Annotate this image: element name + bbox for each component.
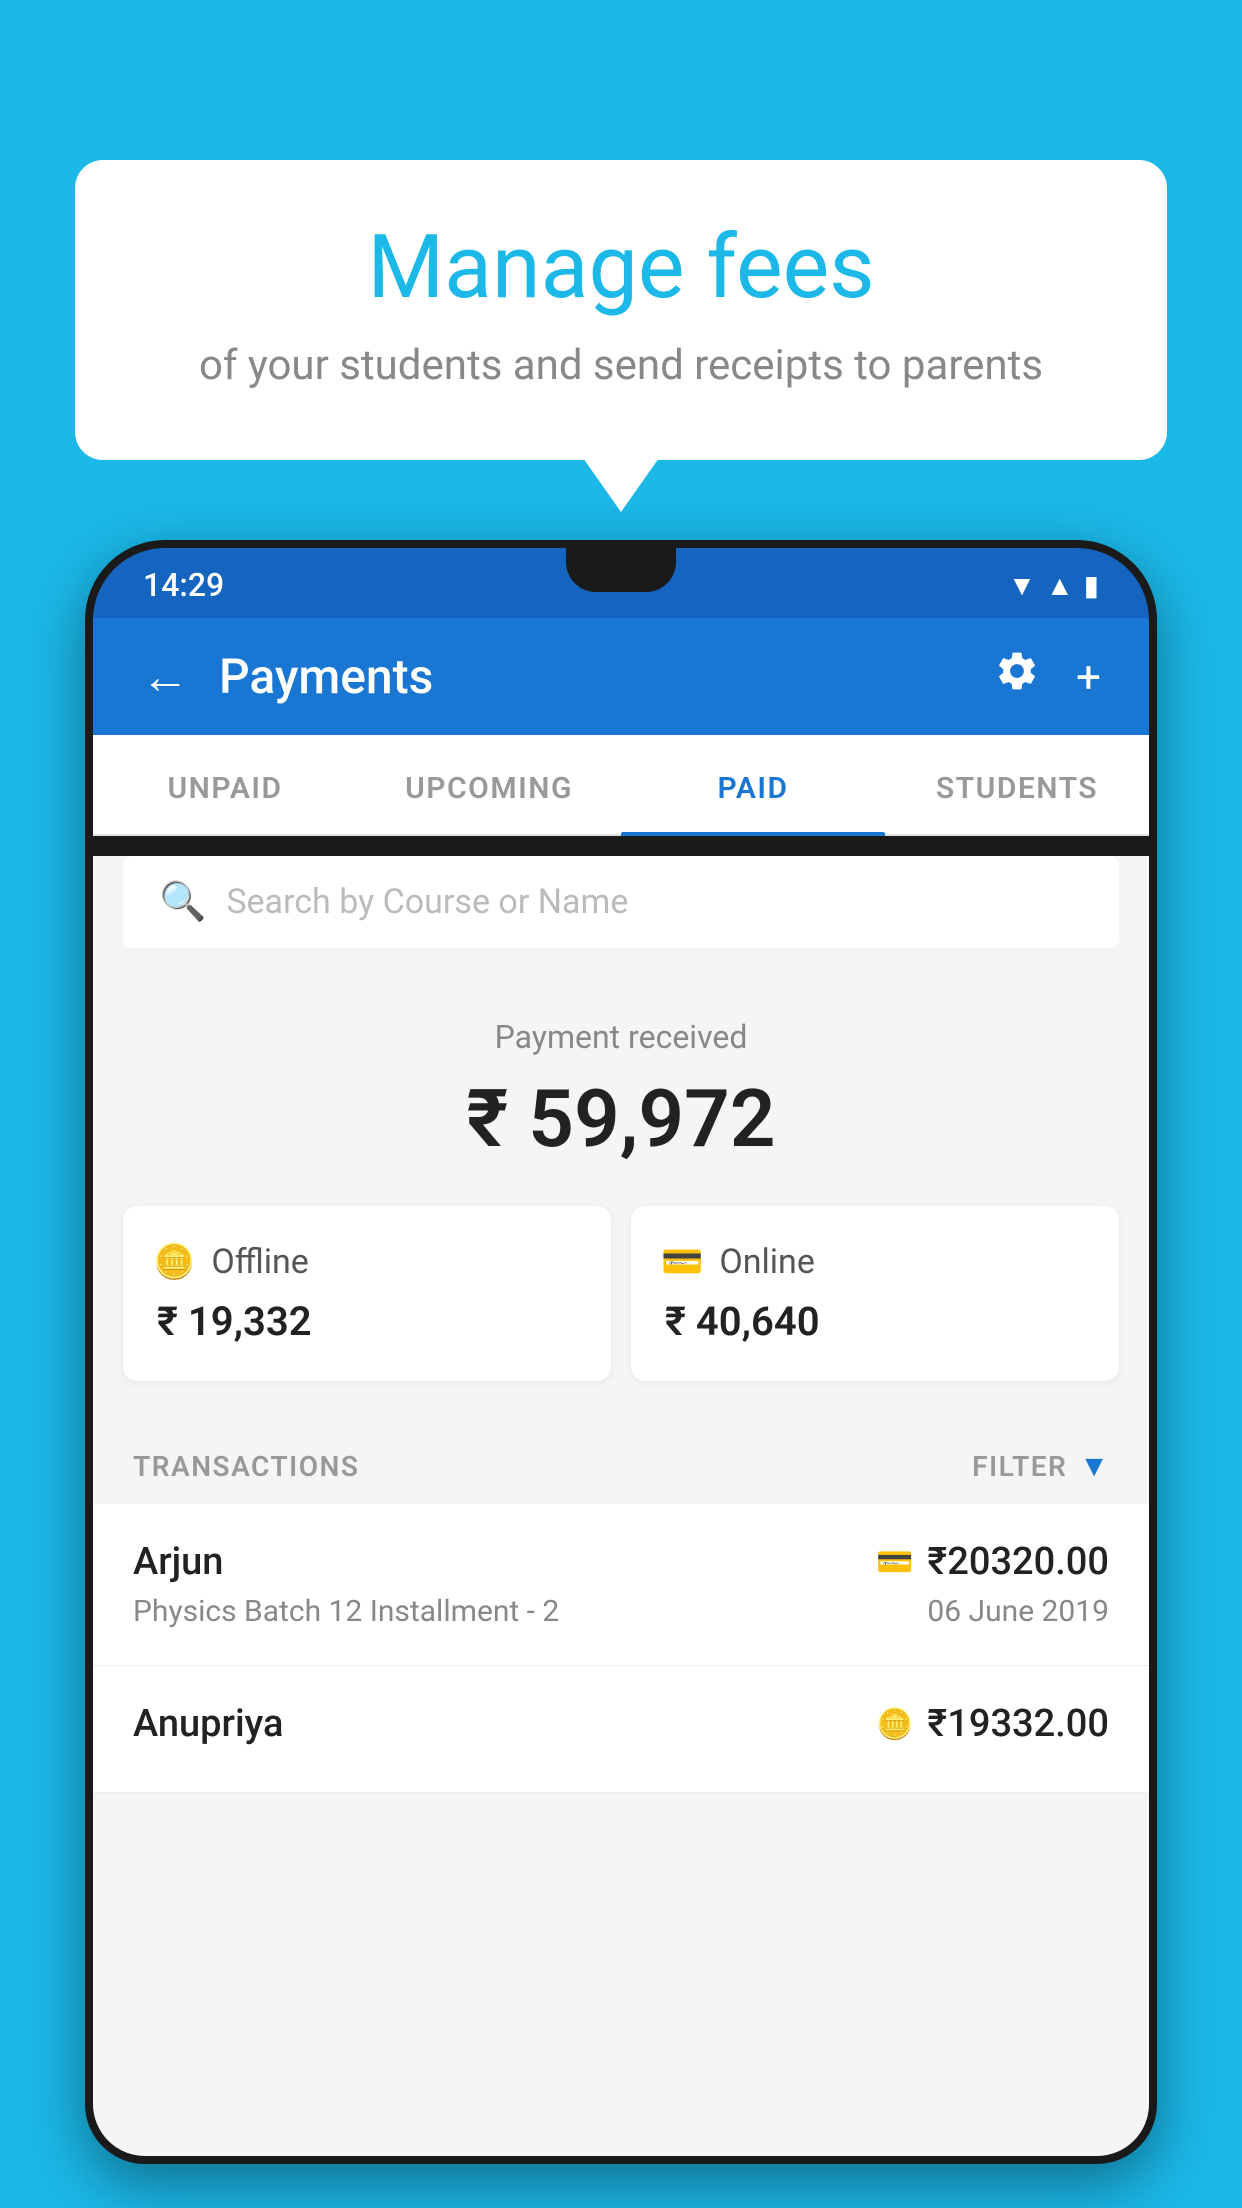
online-pay-icon-arjun: 💳 (876, 1545, 913, 1580)
gear-icon (994, 648, 1040, 694)
student-name-arjun: Arjun (133, 1540, 223, 1584)
student-name-anupriya: Anupriya (133, 1702, 283, 1746)
app-bar-title: Payments (219, 648, 994, 705)
amount-area-arjun: 💳 ₹20320.00 (876, 1540, 1109, 1584)
tab-unpaid[interactable]: UNPAID (93, 735, 357, 834)
phone-body: 14:29 ▼ ▲ ▮ ← Payments + UNPAID (85, 540, 1157, 2164)
online-payment-card: 💳 Online ₹ 40,640 (631, 1206, 1119, 1381)
filter-icon: ▼ (1079, 1449, 1109, 1484)
transaction-top-anupriya: Anupriya 🪙 ₹19332.00 (133, 1702, 1109, 1746)
wifi-icon: ▼ (1008, 569, 1036, 602)
online-card-header: 💳 Online (661, 1242, 1089, 1282)
date-arjun: 06 June 2019 (927, 1594, 1109, 1629)
payment-summary: Payment received ₹ 59,972 (93, 968, 1149, 1206)
tab-students[interactable]: STUDENTS (885, 735, 1149, 834)
payment-total-amount: ₹ 59,972 (123, 1072, 1119, 1166)
payment-received-label: Payment received (123, 1018, 1119, 1056)
filter-label: FILTER (972, 1450, 1067, 1483)
offline-pay-icon-anupriya: 🪙 (876, 1707, 913, 1742)
notch (566, 548, 676, 592)
filter-button[interactable]: FILTER ▼ (972, 1449, 1109, 1484)
signal-icon: ▲ (1046, 569, 1074, 602)
transactions-label: TRANSACTIONS (133, 1450, 359, 1483)
search-bar[interactable]: 🔍 Search by Course or Name (123, 856, 1119, 948)
online-label: Online (719, 1242, 815, 1282)
app-content: 🔍 Search by Course or Name Payment recei… (93, 856, 1149, 2156)
transactions-header: TRANSACTIONS FILTER ▼ (93, 1421, 1149, 1504)
tab-upcoming[interactable]: UPCOMING (357, 735, 621, 834)
offline-payment-card: 🪙 Offline ₹ 19,332 (123, 1206, 611, 1381)
amount-arjun: ₹20320.00 (927, 1540, 1109, 1584)
offline-amount: ₹ 19,332 (153, 1298, 581, 1345)
search-placeholder: Search by Course or Name (226, 882, 628, 922)
phone-mockup: 14:29 ▼ ▲ ▮ ← Payments + UNPAID (85, 540, 1157, 2208)
status-icons: ▼ ▲ ▮ (1008, 569, 1099, 602)
search-icon: 🔍 (159, 880, 206, 924)
settings-button[interactable] (994, 648, 1040, 705)
speech-bubble: Manage fees of your students and send re… (75, 160, 1167, 460)
transaction-row-arjun[interactable]: Arjun 💳 ₹20320.00 Physics Batch 12 Insta… (93, 1504, 1149, 1666)
tabs-bar: UNPAID UPCOMING PAID STUDENTS (93, 735, 1149, 836)
tab-paid[interactable]: PAID (621, 735, 885, 834)
hero-subtitle: of your students and send receipts to pa… (155, 341, 1087, 390)
offline-icon: 🪙 (153, 1242, 195, 1282)
back-button[interactable]: ← (141, 648, 189, 705)
transaction-row-anupriya[interactable]: Anupriya 🪙 ₹19332.00 (93, 1666, 1149, 1793)
hero-section: Manage fees of your students and send re… (75, 160, 1167, 460)
add-button[interactable]: + (1076, 651, 1101, 703)
status-bar: 14:29 ▼ ▲ ▮ (93, 548, 1149, 618)
transaction-top-arjun: Arjun 💳 ₹20320.00 (133, 1540, 1109, 1584)
app-bar-actions: + (994, 648, 1101, 705)
payment-cards: 🪙 Offline ₹ 19,332 💳 Online ₹ 40,640 (93, 1206, 1149, 1421)
online-amount: ₹ 40,640 (661, 1298, 1089, 1345)
battery-icon: ▮ (1084, 569, 1099, 602)
course-arjun: Physics Batch 12 Installment - 2 (133, 1594, 559, 1629)
offline-label: Offline (211, 1242, 308, 1282)
app-bar: ← Payments + (93, 618, 1149, 735)
status-time: 14:29 (143, 566, 224, 604)
online-icon: 💳 (661, 1242, 703, 1282)
offline-card-header: 🪙 Offline (153, 1242, 581, 1282)
transaction-bottom-arjun: Physics Batch 12 Installment - 2 06 June… (133, 1594, 1109, 1629)
amount-area-anupriya: 🪙 ₹19332.00 (876, 1702, 1109, 1746)
amount-anupriya: ₹19332.00 (927, 1702, 1109, 1746)
hero-title: Manage fees (155, 220, 1087, 317)
